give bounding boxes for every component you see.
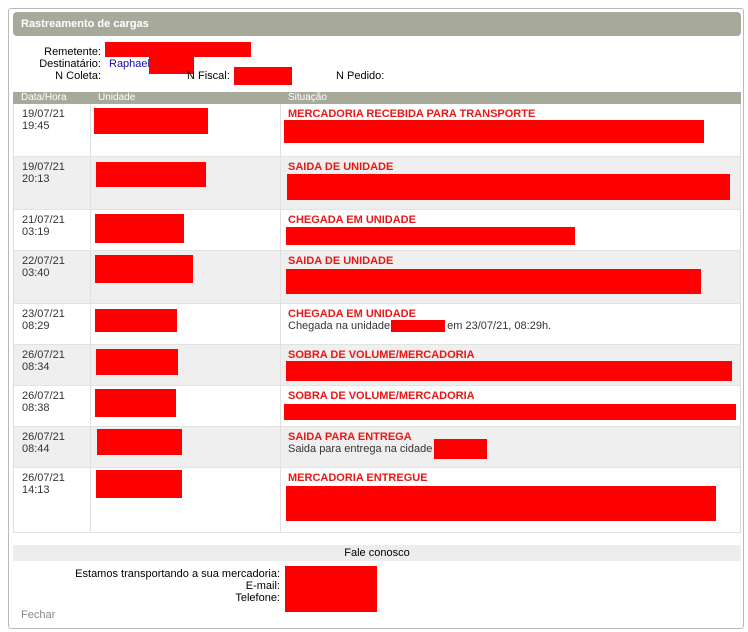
unit-redacted [97, 429, 182, 455]
unit-redacted [96, 162, 206, 187]
status-desc-redacted [286, 227, 575, 245]
phone-label: Telefone: [235, 592, 280, 604]
panel-title: Rastreamento de cargas [13, 12, 741, 36]
row-datetime: 26/07/21 14:13 [22, 472, 65, 496]
close-link[interactable]: Fechar [21, 609, 55, 621]
row-status-desc: Chegada na unidade em 23/07/21, 08:29h. [288, 320, 552, 332]
tracking-table-body: 19/07/21 19:45 MERCADORIA RECEBIDA PARA T… [13, 104, 741, 533]
contact-link[interactable]: Fale conosco [344, 547, 409, 559]
row-datetime: 22/07/21 03:40 [22, 255, 65, 279]
table-row: 19/07/21 19:45 MERCADORIA RECEBIDA PARA T… [14, 104, 740, 157]
email-label: E-mail: [245, 580, 280, 592]
row-datetime: 26/07/21 08:44 [22, 431, 65, 455]
row-status: MERCADORIA RECEBIDA PARA TRANSPORTE [288, 108, 536, 120]
row-datetime: 23/07/21 08:29 [22, 308, 65, 332]
row-status: SOBRA DE VOLUME/MERCADORIA [288, 349, 475, 361]
unit-redacted [95, 309, 177, 332]
status-desc-redacted [284, 404, 736, 420]
unit-redacted [95, 255, 193, 283]
row-status: SAIDA DE UNIDADE [288, 161, 394, 173]
header-datetime: Data/Hora [21, 92, 67, 103]
fiscal-redacted [234, 67, 292, 85]
transport-label: Estamos transportando a sua mercadoria: [75, 568, 280, 580]
destinatario-value[interactable]: Raphael [109, 58, 150, 70]
table-row: 26/07/21 08:38 SOBRA DE VOLUME/MERCADORIA [14, 386, 740, 427]
status-desc-redacted [286, 486, 716, 521]
destinatario-label: Destinatário: [39, 58, 101, 70]
table-row: 19/07/21 20:13 SAIDA DE UNIDADE [14, 157, 740, 210]
status-desc-redacted [284, 120, 704, 143]
table-row: 26/07/21 08:34 SOBRA DE VOLUME/MERCADORIA [14, 345, 740, 386]
row-datetime: 26/07/21 08:34 [22, 349, 65, 373]
contact-bar: Fale conosco [13, 545, 741, 561]
unit-redacted [95, 214, 184, 243]
row-datetime: 21/07/21 03:19 [22, 214, 65, 238]
unit-redacted [96, 470, 182, 498]
table-row: 26/07/21 08:44 SAIDA PARA ENTREGA Saida p… [14, 427, 740, 468]
row-status: CHEGADA EM UNIDADE [288, 214, 416, 226]
unit-redacted [94, 108, 208, 134]
row-status-desc: Saida para entrega na cidade [288, 439, 488, 459]
row-datetime: 19/07/21 19:45 [22, 108, 65, 132]
row-status: SAIDA PARA ENTREGA [288, 431, 412, 443]
city-redacted [434, 439, 488, 459]
table-row: 23/07/21 08:29 CHEGADA EM UNIDADE Chegada… [14, 304, 740, 345]
contact-redacted [285, 566, 377, 612]
table-row: 22/07/21 03:40 SAIDA DE UNIDADE [14, 251, 740, 304]
header-status: Situação [288, 92, 327, 103]
header-unit: Unidade [98, 92, 136, 103]
table-row: 26/07/21 14:13 MERCADORIA ENTREGUE [14, 468, 740, 533]
remetente-label: Remetente: [44, 46, 101, 58]
remetente-redacted [105, 42, 251, 57]
unit-name-redacted [391, 320, 446, 332]
row-status: SAIDA DE UNIDADE [288, 255, 394, 267]
unit-redacted [96, 349, 178, 375]
unit-redacted [95, 389, 176, 417]
row-datetime: 26/07/21 08:38 [22, 390, 65, 414]
tracking-table-header: Data/Hora Unidade Situação [13, 92, 741, 104]
fiscal-label: N Fiscal: [187, 70, 230, 82]
status-desc-redacted [287, 174, 730, 200]
status-desc-redacted [286, 269, 701, 294]
row-status: MERCADORIA ENTREGUE [288, 472, 428, 484]
pedido-label: N Pedido: [336, 70, 385, 82]
row-datetime: 19/07/21 20:13 [22, 161, 65, 185]
coleta-label: N Coleta: [55, 70, 101, 82]
table-row: 21/07/21 03:19 CHEGADA EM UNIDADE [14, 210, 740, 251]
status-desc-redacted [286, 361, 732, 381]
row-status: SOBRA DE VOLUME/MERCADORIA [288, 390, 475, 402]
row-status: CHEGADA EM UNIDADE [288, 308, 416, 320]
